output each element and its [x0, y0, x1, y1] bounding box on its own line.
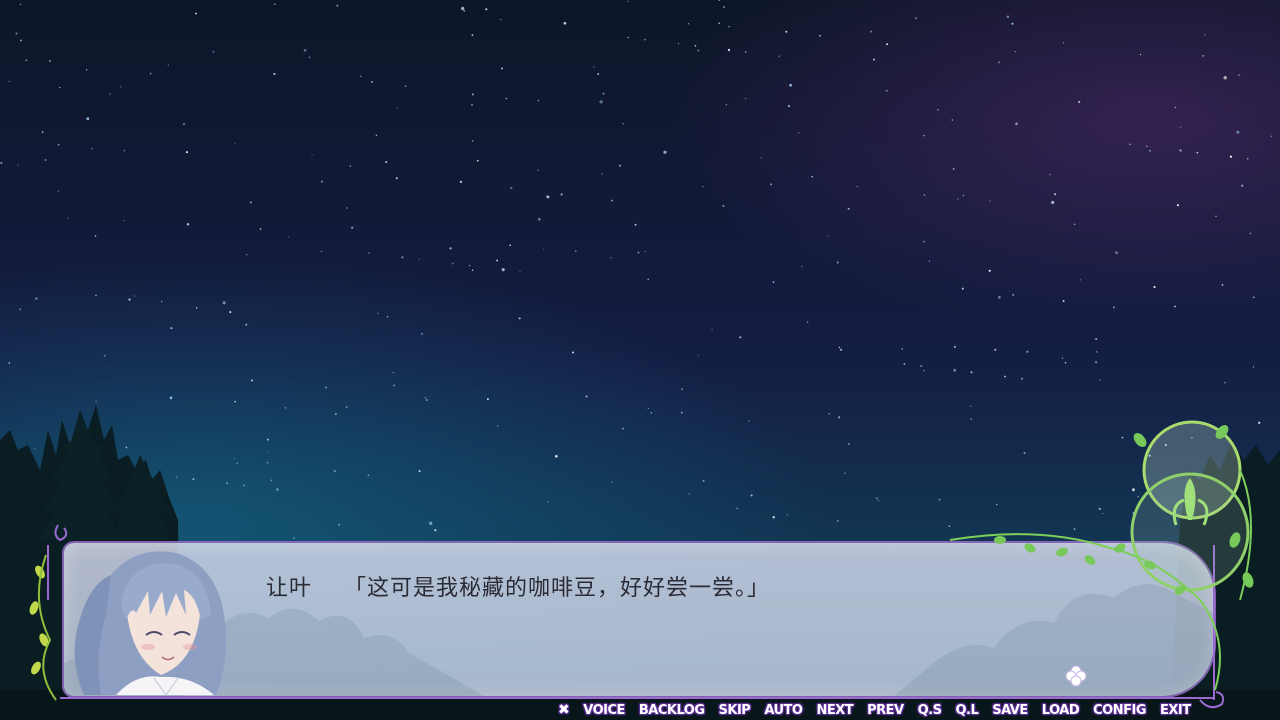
- menu-skip[interactable]: SKIP: [719, 703, 751, 718]
- speaker-name: 让叶: [266, 576, 313, 601]
- menu-load[interactable]: LOAD: [1042, 703, 1080, 718]
- menu-next[interactable]: NEXT: [816, 703, 853, 718]
- character-portrait: [66, 545, 234, 695]
- dialogue-mist: [64, 584, 1214, 696]
- menu-exit[interactable]: EXIT: [1160, 703, 1191, 718]
- dialogue-text: 「这可是我秘藏的咖啡豆，好好尝一尝。」: [344, 576, 771, 601]
- clover-icon: [1065, 665, 1087, 687]
- menu-voice[interactable]: VOICE: [583, 703, 625, 718]
- menu-auto[interactable]: AUTO: [764, 703, 803, 718]
- dialogue-box[interactable]: [64, 543, 1214, 696]
- game-scene: 让叶 「这可是我秘藏的咖啡豆，好好尝一尝。」 ✖ VOICE BACKLOG S…: [0, 0, 1280, 720]
- menu-config[interactable]: CONFIG: [1093, 703, 1146, 718]
- menu-save[interactable]: SAVE: [992, 703, 1028, 718]
- menu-backlog[interactable]: BACKLOG: [639, 703, 705, 718]
- menu-quick-load[interactable]: Q.L: [955, 703, 978, 718]
- menu-quick-save[interactable]: Q.S: [918, 703, 942, 718]
- game-menu-bar: ✖ VOICE BACKLOG SKIP AUTO NEXT PREV Q.S …: [558, 700, 1191, 720]
- close-icon[interactable]: ✖: [558, 702, 570, 718]
- menu-prev[interactable]: PREV: [867, 703, 904, 718]
